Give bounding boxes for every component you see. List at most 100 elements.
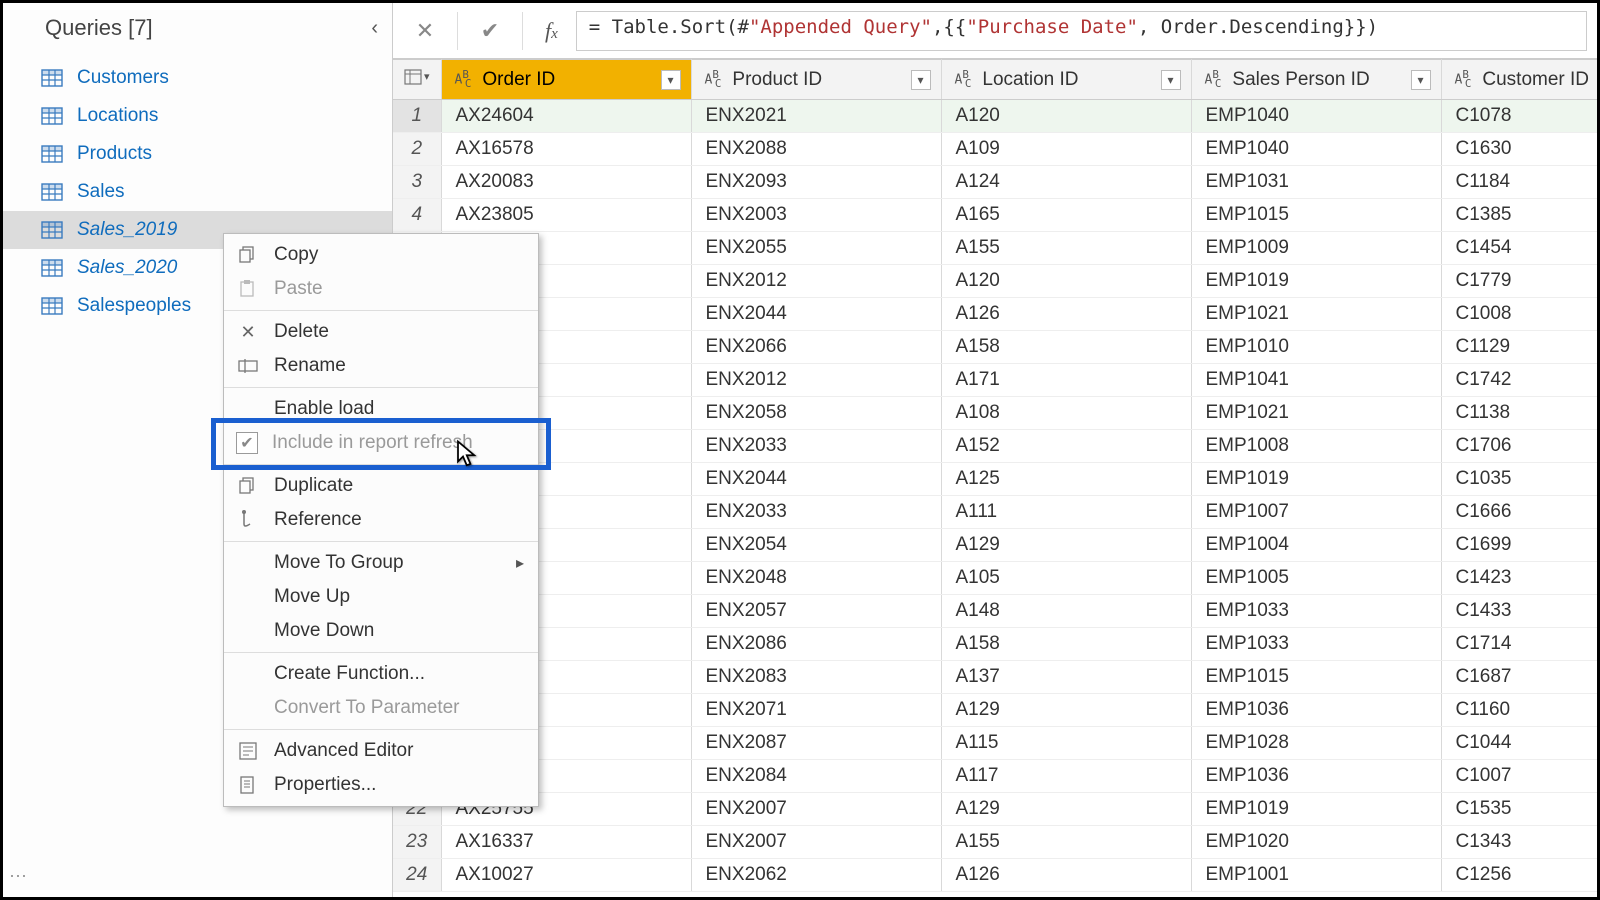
cell[interactable]: C1256 (1441, 859, 1597, 892)
table-row[interactable]: 19ENX2071A129EMP1036C1160 (393, 694, 1597, 727)
cell[interactable]: A158 (941, 331, 1191, 364)
filter-dropdown-icon[interactable]: ▾ (1411, 70, 1431, 90)
cell[interactable]: EMP1009 (1191, 232, 1441, 265)
column-header[interactable]: ABC Sales Person ID ▾ (1191, 60, 1441, 100)
table-row[interactable]: 17ENX2086A158EMP1033C1714 (393, 628, 1597, 661)
table-row[interactable]: 20ENX2087A115EMP1028C1044 (393, 727, 1597, 760)
menu-rename[interactable]: Rename (224, 349, 538, 383)
cell[interactable]: A129 (941, 529, 1191, 562)
menu-create-function[interactable]: Create Function... (224, 657, 538, 691)
cell[interactable]: C1044 (1441, 727, 1597, 760)
cell[interactable]: EMP1033 (1191, 628, 1441, 661)
table-row[interactable]: 6ENX2012A120EMP1019C1779 (393, 265, 1597, 298)
column-header[interactable]: ABC Customer ID ▾ (1441, 60, 1597, 100)
cell[interactable]: AX16578 (441, 133, 691, 166)
cell[interactable]: A115 (941, 727, 1191, 760)
cell[interactable]: EMP1010 (1191, 331, 1441, 364)
cell[interactable]: A117 (941, 760, 1191, 793)
cell[interactable]: A105 (941, 562, 1191, 595)
cell[interactable]: ENX2062 (691, 859, 941, 892)
cell[interactable]: A165 (941, 199, 1191, 232)
table-row[interactable]: 4AX23805ENX2003A165EMP1015C1385 (393, 199, 1597, 232)
cell[interactable]: ENX2044 (691, 463, 941, 496)
cell[interactable]: A108 (941, 397, 1191, 430)
cell[interactable]: ENX2007 (691, 793, 941, 826)
query-item[interactable]: Sales (3, 173, 392, 211)
table-row[interactable]: 16ENX2057A148EMP1033C1433 (393, 595, 1597, 628)
column-header[interactable]: ABC Location ID ▾ (941, 60, 1191, 100)
filter-dropdown-icon[interactable]: ▾ (1161, 70, 1181, 90)
cell[interactable]: ENX2055 (691, 232, 941, 265)
cell[interactable]: ENX2088 (691, 133, 941, 166)
menu-move-up[interactable]: Move Up (224, 580, 538, 614)
column-header[interactable]: ABC Order ID ▾ (441, 60, 691, 100)
cell[interactable]: C1008 (1441, 298, 1597, 331)
menu-move-down[interactable]: Move Down (224, 614, 538, 648)
row-number[interactable]: 3 (393, 166, 441, 199)
row-number[interactable]: 23 (393, 826, 441, 859)
menu-move-to-group[interactable]: Move To Group (224, 546, 538, 580)
cell[interactable]: EMP1007 (1191, 496, 1441, 529)
cell[interactable]: EMP1019 (1191, 793, 1441, 826)
cell[interactable]: A109 (941, 133, 1191, 166)
cell[interactable]: ENX2033 (691, 430, 941, 463)
cell[interactable]: EMP1033 (1191, 595, 1441, 628)
cell[interactable]: A120 (941, 100, 1191, 133)
cell[interactable]: EMP1004 (1191, 529, 1441, 562)
table-row[interactable]: 7ENX2044A126EMP1021C1008 (393, 298, 1597, 331)
cell[interactable]: C1742 (1441, 364, 1597, 397)
resize-grip-icon[interactable]: ⋯ (9, 866, 29, 887)
cell[interactable]: A111 (941, 496, 1191, 529)
cell[interactable]: C1706 (1441, 430, 1597, 463)
row-number[interactable]: 2 (393, 133, 441, 166)
cell[interactable]: C1007 (1441, 760, 1597, 793)
cell[interactable]: C1138 (1441, 397, 1597, 430)
cell[interactable]: ENX2012 (691, 265, 941, 298)
cell[interactable]: A155 (941, 232, 1191, 265)
cell[interactable]: C1687 (1441, 661, 1597, 694)
cell[interactable]: C1433 (1441, 595, 1597, 628)
cell[interactable]: ENX2012 (691, 364, 941, 397)
collapse-sidebar-icon[interactable]: ‹ (371, 17, 378, 40)
cell[interactable]: C1714 (1441, 628, 1597, 661)
cell[interactable]: A126 (941, 298, 1191, 331)
cell[interactable]: ENX2058 (691, 397, 941, 430)
cell[interactable]: ENX2057 (691, 595, 941, 628)
cell[interactable]: AX20083 (441, 166, 691, 199)
cell[interactable]: EMP1031 (1191, 166, 1441, 199)
cell[interactable]: ENX2054 (691, 529, 941, 562)
cell[interactable]: A158 (941, 628, 1191, 661)
data-grid[interactable]: ▾ ABC Order ID ▾ ABC Product ID ▾ ABC Lo… (393, 59, 1597, 897)
menu-include-refresh[interactable]: ✔ Include in report refresh (224, 426, 538, 460)
cell[interactable]: A125 (941, 463, 1191, 496)
cell[interactable]: A152 (941, 430, 1191, 463)
table-row[interactable]: 11ENX2033A152EMP1008C1706 (393, 430, 1597, 463)
table-row[interactable]: 22AX25755ENX2007A129EMP1019C1535 (393, 793, 1597, 826)
table-row[interactable]: 18ENX2083A137EMP1015C1687 (393, 661, 1597, 694)
filter-dropdown-icon[interactable]: ▾ (661, 70, 681, 90)
table-row[interactable]: 3AX20083ENX2093A124EMP1031C1184 (393, 166, 1597, 199)
table-row[interactable]: 13ENX2033A111EMP1007C1666 (393, 496, 1597, 529)
cell[interactable]: ENX2083 (691, 661, 941, 694)
cell[interactable]: A126 (941, 859, 1191, 892)
cell[interactable]: C1343 (1441, 826, 1597, 859)
row-number[interactable]: 24 (393, 859, 441, 892)
query-item[interactable]: Products (3, 135, 392, 173)
cell[interactable]: EMP1001 (1191, 859, 1441, 892)
cell[interactable]: AX10027 (441, 859, 691, 892)
column-header[interactable]: ABC Product ID ▾ (691, 60, 941, 100)
cell[interactable]: A137 (941, 661, 1191, 694)
formula-cancel-button[interactable]: ✕ (403, 11, 447, 51)
cell[interactable]: A129 (941, 694, 1191, 727)
cell[interactable]: C1454 (1441, 232, 1597, 265)
formula-input[interactable]: = Table.Sort(#"Appended Query",{{"Purcha… (576, 11, 1587, 51)
cell[interactable]: AX24604 (441, 100, 691, 133)
cell[interactable]: EMP1040 (1191, 100, 1441, 133)
cell[interactable]: C1630 (1441, 133, 1597, 166)
cell[interactable]: ENX2003 (691, 199, 941, 232)
cell[interactable]: A148 (941, 595, 1191, 628)
cell[interactable]: ENX2084 (691, 760, 941, 793)
table-row[interactable]: 1AX24604ENX2021A120EMP1040C1078 (393, 100, 1597, 133)
cell[interactable]: EMP1041 (1191, 364, 1441, 397)
row-number[interactable]: 4 (393, 199, 441, 232)
